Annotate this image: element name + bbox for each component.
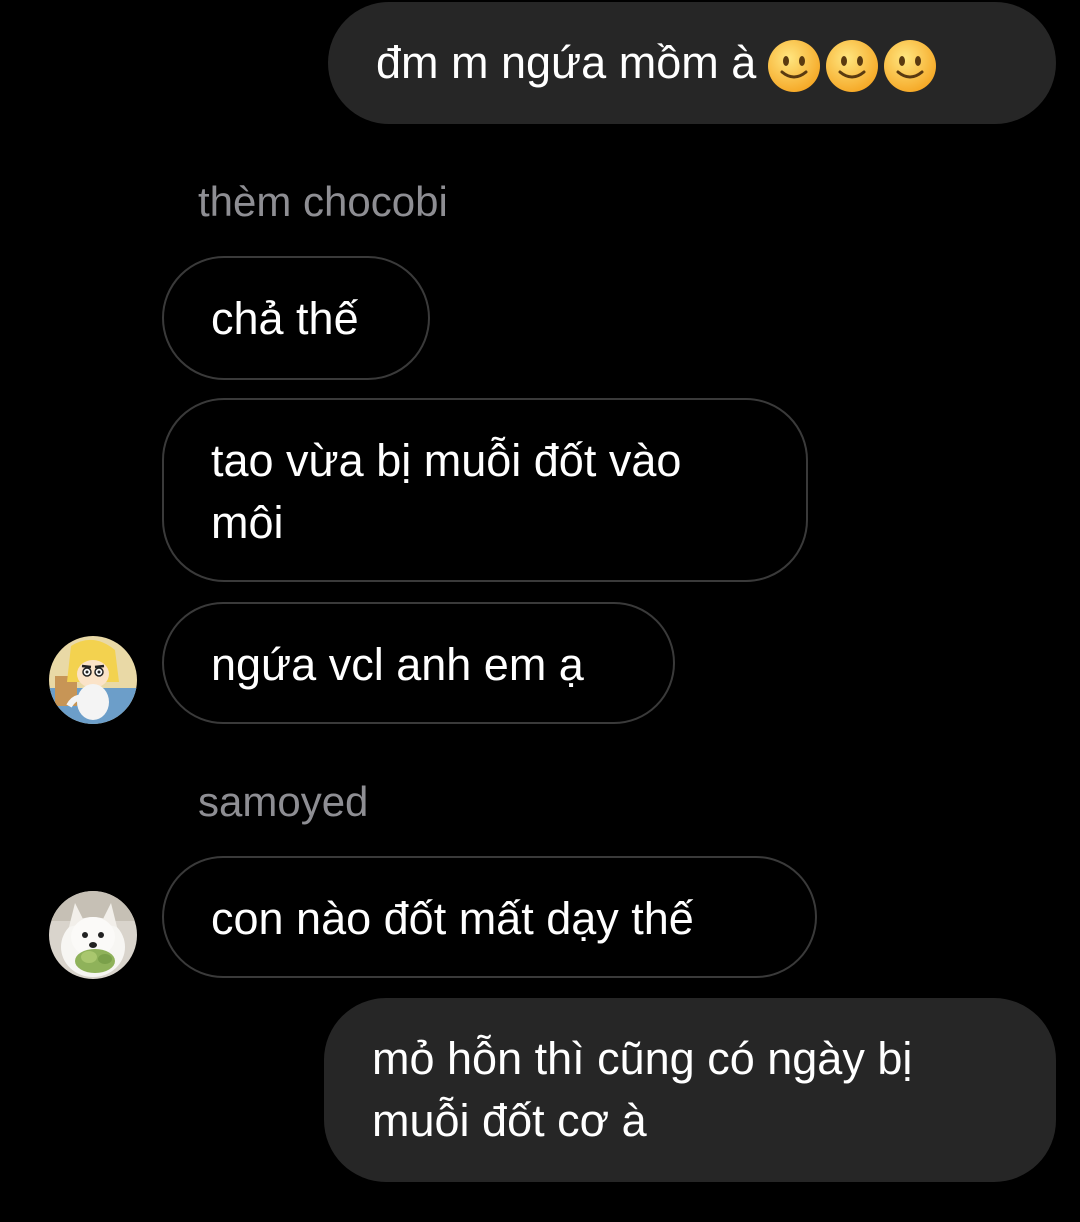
slightly-smiling-face-icon: [882, 38, 938, 94]
message-bubble-incoming[interactable]: chả thế: [162, 256, 430, 380]
message-text: con nào đốt mất dạy thế: [211, 893, 694, 944]
cartoon-character-avatar-icon[interactable]: [49, 636, 137, 724]
message-bubble-incoming[interactable]: con nào đốt mất dạy thế: [162, 856, 817, 978]
sender-name: thèm chocobi: [198, 178, 448, 225]
sender-name: samoyed: [198, 778, 369, 825]
slightly-smiling-face-icon: [824, 38, 880, 94]
emoji-group: [766, 38, 938, 94]
message-bubble-outgoing[interactable]: đm m ngứa mồm à: [328, 2, 1056, 124]
message-text: đm m ngứa mồm à: [376, 37, 757, 88]
slightly-smiling-face-icon: [766, 38, 822, 94]
message-text: tao vừa bị muỗi đốt vào môi: [211, 435, 682, 548]
message-bubble-incoming[interactable]: tao vừa bị muỗi đốt vào môi: [162, 398, 808, 582]
message-text: ngứa vcl anh em ạ: [211, 639, 584, 690]
message-bubble-incoming[interactable]: ngứa vcl anh em ạ: [162, 602, 675, 724]
message-text: mỏ hỗn thì cũng có ngày bị muỗi đốt cơ à: [372, 1033, 913, 1146]
message-text: chả thế: [211, 293, 359, 344]
samoyed-dog-avatar-icon[interactable]: [49, 891, 137, 979]
message-bubble-outgoing[interactable]: mỏ hỗn thì cũng có ngày bị muỗi đốt cơ à: [324, 998, 1056, 1182]
